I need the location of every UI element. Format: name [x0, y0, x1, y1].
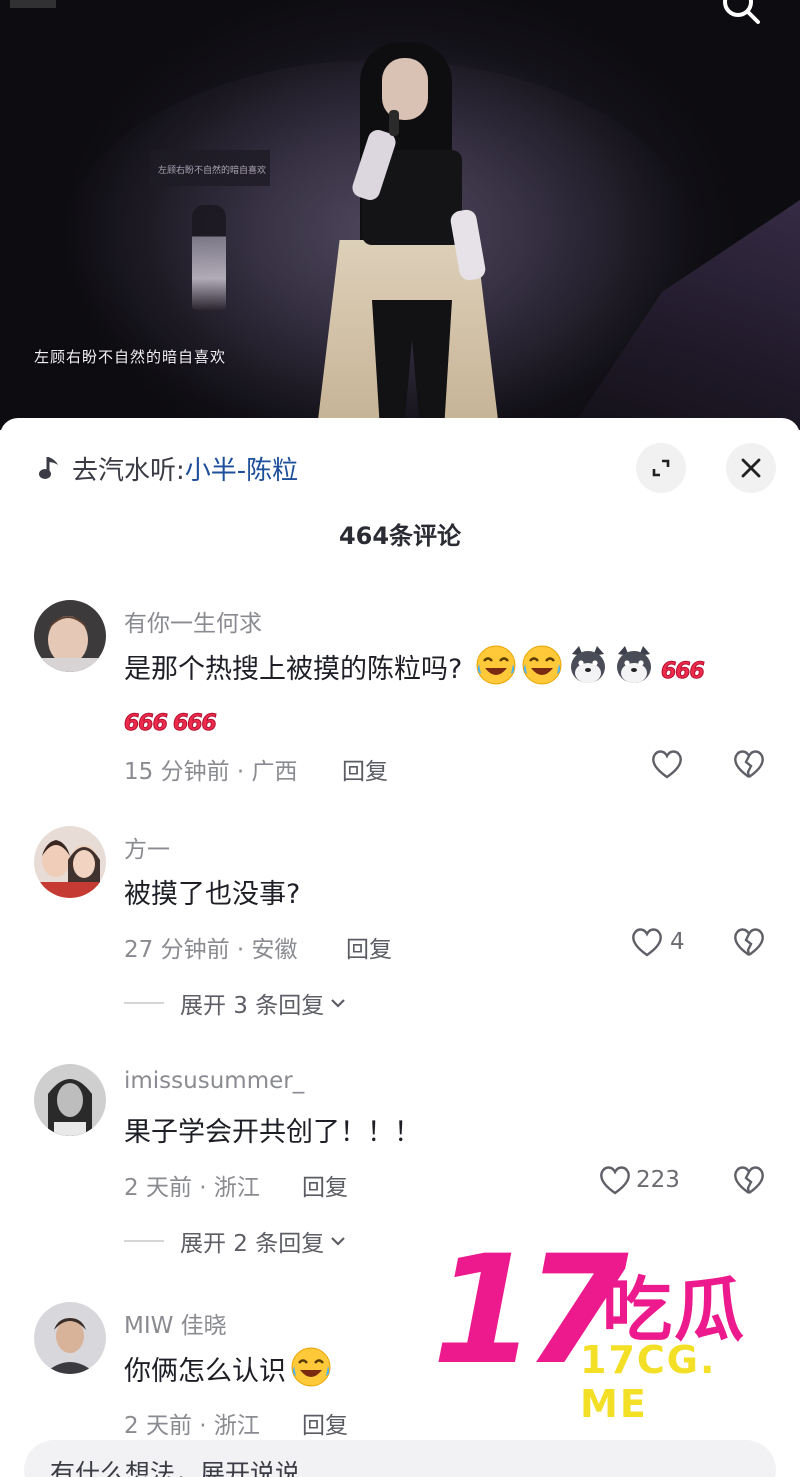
doge-emoji-icon — [616, 646, 651, 683]
comment-username[interactable]: imissusummer_ — [124, 1068, 304, 1094]
laugh-cry-emoji-icon — [522, 645, 562, 685]
divider — [124, 1002, 164, 1004]
comment-text: 果子学会开共创了！！！ — [124, 1117, 421, 1148]
doge-emoji-icon — [570, 646, 605, 683]
comment-input-placeholder: 有什么想法，展开说说 — [50, 1459, 301, 1477]
screen-figure — [192, 205, 226, 310]
comment-username[interactable]: MIW 佳晓 — [124, 1306, 227, 1340]
reply-button[interactable]: 回复 — [342, 752, 388, 786]
music-link[interactable]: 去汽水听: 小半-陈粒 — [38, 448, 298, 488]
666-emoji-icon: 666 — [660, 659, 705, 685]
dislike-button[interactable] — [732, 1164, 766, 1198]
like-button[interactable] — [650, 748, 684, 780]
heart-icon — [632, 928, 662, 957]
expand-replies-button[interactable]: 展开 3 条回复 — [124, 986, 346, 1020]
corner-logo — [10, 0, 56, 8]
avatar[interactable] — [34, 826, 106, 898]
avatar-image — [34, 1064, 106, 1136]
laugh-cry-emoji-icon — [291, 1347, 331, 1387]
heart-icon — [600, 1166, 630, 1195]
comment-meta: 2 天前 · 浙江 — [124, 1413, 260, 1439]
avatar-image — [34, 600, 106, 672]
avatar-image — [34, 1302, 106, 1374]
close-icon — [741, 458, 761, 478]
comment-input[interactable]: 有什么想法，展开说说 — [24, 1440, 776, 1477]
comment-username[interactable]: 方一 — [124, 830, 170, 864]
music-note-icon — [39, 457, 58, 479]
chevron-down-icon — [331, 1237, 346, 1246]
stage-screen-caption: 左顾右盼不自然的暗自喜欢 — [158, 166, 267, 176]
avatar[interactable] — [34, 600, 106, 672]
like-button[interactable]: 4 — [630, 926, 685, 958]
comment-meta: 15 分钟前 · 广西 — [124, 759, 298, 785]
expand-replies-label: 展开 2 条回复 — [180, 1231, 325, 1257]
broken-heart-icon — [734, 1166, 764, 1194]
comment-count: 464条评论 — [338, 522, 462, 550]
dislike-button[interactable] — [732, 926, 766, 960]
like-count: 223 — [636, 1167, 680, 1193]
reply-button[interactable]: 回复 — [302, 1406, 348, 1440]
site-watermark-logo: 17 吃瓜 17CG. ME — [432, 1236, 792, 1426]
avatar-image — [34, 826, 106, 898]
comment-text: 被摸了也没事? — [124, 879, 301, 910]
comment-text: 是那个热搜上被摸的陈粒吗? 666 666 666 — [124, 644, 764, 749]
divider — [124, 1240, 164, 1242]
chevron-down-icon — [331, 999, 346, 1008]
expand-replies-label: 展开 3 条回复 — [180, 993, 325, 1019]
comment-username[interactable]: 有你一生何求 — [124, 604, 262, 638]
video-player[interactable]: 左顾右盼不自然的暗自喜欢 左顾右盼不自然的暗自喜欢 — [0, 0, 800, 430]
laugh-cry-emoji-icon — [476, 645, 516, 685]
broken-heart-icon — [734, 928, 764, 956]
expand-button[interactable] — [636, 443, 686, 493]
lyric-subtitle: 左顾右盼不自然的暗自喜欢 — [34, 348, 227, 366]
reply-button[interactable]: 回复 — [302, 1168, 348, 1202]
comment-body: 你俩怎么认识 — [124, 1356, 286, 1387]
music-song-title[interactable]: 小半-陈粒 — [185, 450, 298, 487]
like-button[interactable]: 223 — [598, 1164, 680, 1196]
expand-icon — [652, 459, 670, 477]
dislike-button[interactable] — [732, 748, 766, 782]
666-emoji-icon: 666 — [124, 711, 169, 737]
666-emoji-icon: 666 — [172, 711, 217, 737]
comment-body: 是那个热搜上被摸的陈粒吗? — [124, 654, 463, 685]
search-icon — [723, 0, 760, 24]
like-count: 4 — [670, 929, 685, 955]
close-button[interactable] — [726, 443, 776, 493]
microphone — [389, 110, 399, 136]
broken-heart-icon — [734, 750, 764, 778]
reply-button[interactable]: 回复 — [346, 930, 392, 964]
avatar[interactable] — [34, 1064, 106, 1136]
expand-replies-button[interactable]: 展开 2 条回复 — [124, 1224, 346, 1258]
comment-meta: 2 天前 · 浙江 — [124, 1175, 260, 1201]
watermark-domain: 17CG. ME — [580, 1338, 717, 1426]
avatar[interactable] — [34, 1302, 106, 1374]
comment-meta: 27 分钟前 · 安徽 — [124, 937, 298, 963]
search-button[interactable] — [718, 0, 768, 28]
heart-icon — [652, 750, 682, 779]
music-prefix: 去汽水听: — [72, 455, 185, 486]
